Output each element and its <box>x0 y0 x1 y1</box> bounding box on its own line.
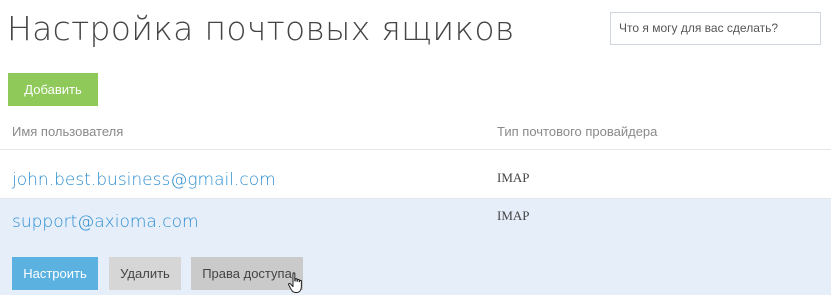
add-button[interactable]: Добавить <box>8 73 98 106</box>
mailbox-email-link[interactable]: john.best.business@gmail.com <box>12 170 276 190</box>
page-title: Настройка почтовых ящиков <box>7 9 515 48</box>
hand-pointer-icon <box>288 272 302 293</box>
column-header-provider-type: Тип почтового провайдера <box>497 124 658 139</box>
column-header-username: Имя пользователя <box>12 124 124 139</box>
search-input[interactable]: Что я могу для вас сделать? <box>610 12 821 45</box>
provider-type: IMAP <box>497 170 530 185</box>
mailbox-email-link[interactable]: support@axioma.com <box>12 212 199 232</box>
table-row[interactable]: john.best.business@gmail.com IMAP <box>0 150 831 198</box>
delete-button[interactable]: Удалить <box>109 257 181 290</box>
configure-button[interactable]: Настроить <box>12 257 98 290</box>
provider-type: IMAP <box>497 208 530 223</box>
table-row-selected[interactable]: support@axioma.com IMAP Настроить Удалит… <box>0 199 831 295</box>
